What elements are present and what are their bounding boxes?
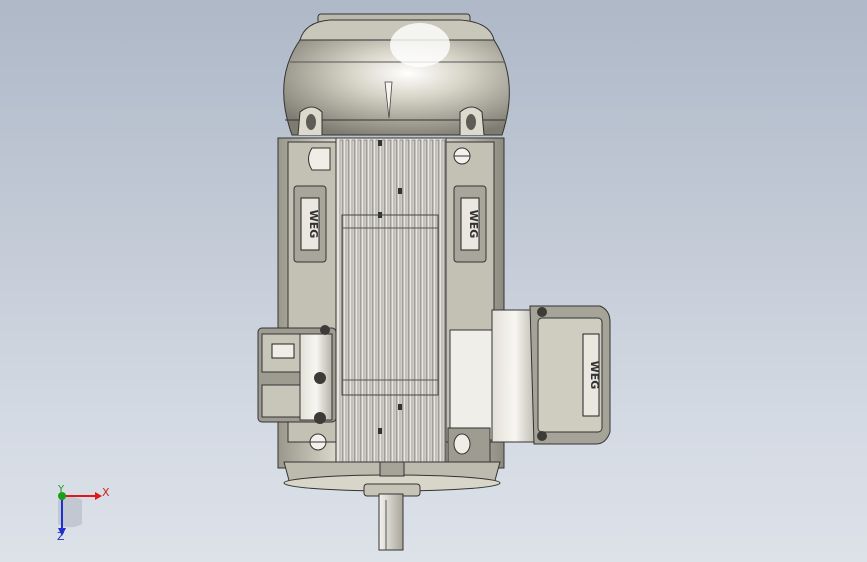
cooling-fin: [363, 139, 368, 467]
logo-left: WEG: [307, 210, 320, 239]
drain-plug-left: [309, 433, 327, 451]
cooling-fin: [417, 139, 422, 467]
lifting-eye-left: [297, 106, 323, 136]
x-axis-label: X: [102, 486, 110, 499]
cooling-fin: [375, 139, 380, 467]
cooling-fin: [345, 139, 350, 467]
lifting-eye-right: [459, 106, 485, 136]
fin-bolt: [378, 140, 382, 146]
logo-terminal: WEG: [588, 361, 601, 390]
cooling-fin: [381, 139, 386, 467]
cooling-fin: [351, 139, 356, 467]
y-axis-label: Y: [58, 484, 65, 495]
motor-shaft: [363, 483, 421, 551]
cooling-fin: [441, 139, 446, 467]
cooling-fin: [423, 139, 428, 467]
fin-bolt: [378, 428, 382, 434]
cooling-fin: [387, 139, 392, 467]
cooling-fin: [357, 139, 362, 467]
cooling-fin: [429, 139, 434, 467]
fin-bolt: [398, 188, 402, 194]
cooling-fin: [393, 139, 398, 467]
logo-right: WEG: [467, 210, 480, 239]
motor-model[interactable]: WEG WEG WEG: [0, 0, 867, 562]
x-axis-arrow-icon: [95, 492, 102, 500]
z-axis-label: Z: [57, 530, 65, 543]
cooling-fin: [405, 139, 410, 467]
graphics-viewport[interactable]: WEG WEG WEG X Y Z: [0, 0, 867, 562]
cooling-fin: [411, 139, 416, 467]
fin-bolt: [398, 404, 402, 410]
cooling-fin: [369, 139, 374, 467]
terminal-box-left: [257, 325, 337, 424]
